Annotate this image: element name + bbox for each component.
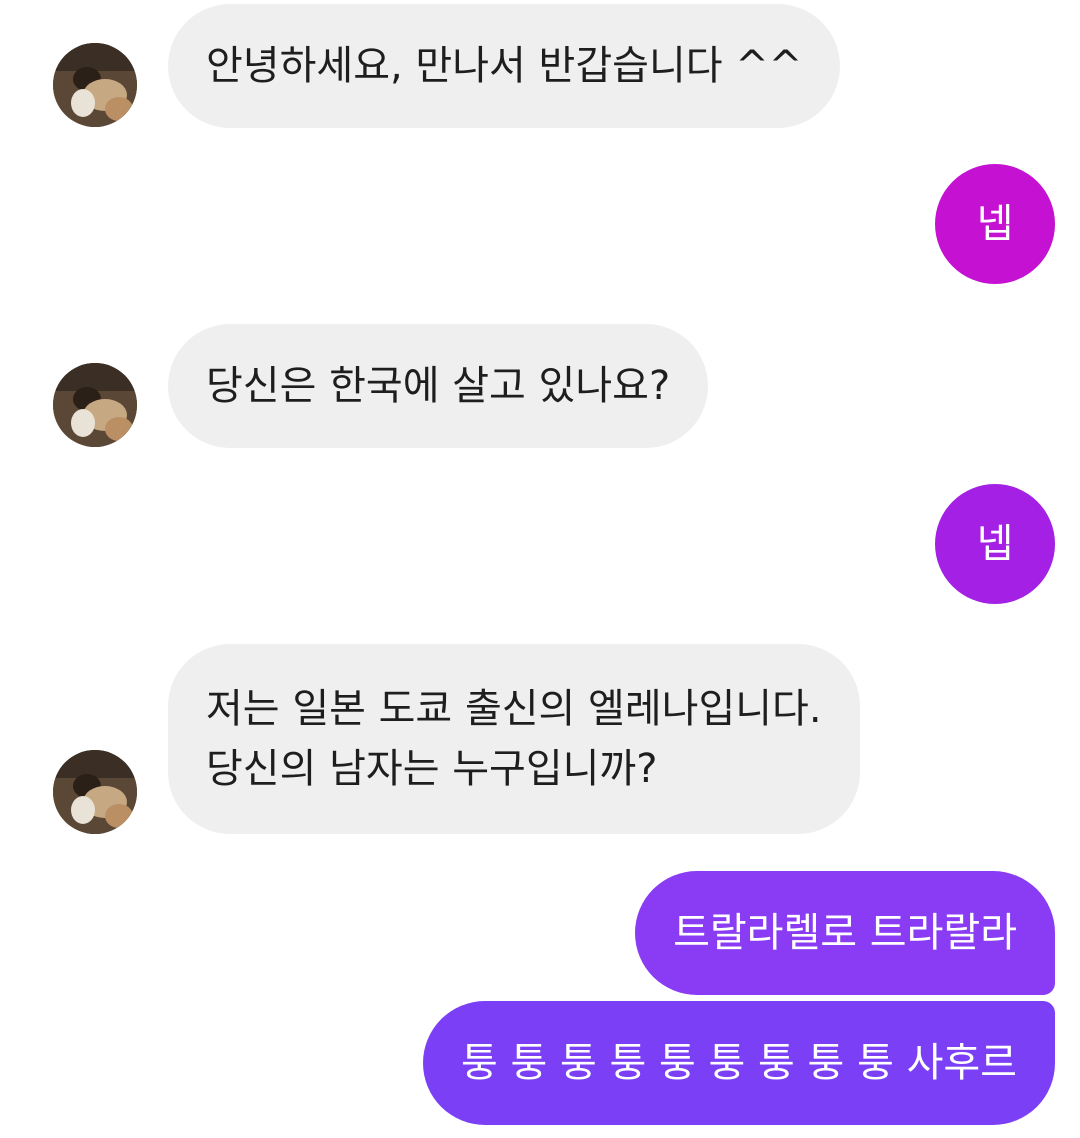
contact-avatar[interactable]	[53, 750, 137, 834]
outgoing-message-bubble[interactable]: 넵	[935, 484, 1055, 604]
outgoing-message-bubble[interactable]: 퉁 퉁 퉁 퉁 퉁 퉁 퉁 퉁 퉁 사후르	[422, 1001, 1055, 1125]
incoming-message-bubble[interactable]: 저는 일본 도쿄 출신의 엘레나입니다. 당신의 남자는 누구입니까?	[168, 644, 860, 834]
contact-avatar[interactable]	[53, 363, 137, 447]
message-text: 넵	[976, 521, 1014, 567]
contact-photo-icon	[53, 363, 137, 447]
incoming-message-bubble[interactable]: 안녕하세요, 만나서 반갑습니다 ^^	[168, 4, 841, 128]
message-text: 당신은 한국에 살고 있나요?	[206, 363, 671, 409]
message-text: 안녕하세요, 만나서 반갑습니다 ^^	[206, 43, 803, 89]
contact-avatar[interactable]	[53, 43, 137, 127]
contact-photo-icon	[53, 43, 137, 127]
message-text: 퉁 퉁 퉁 퉁 퉁 퉁 퉁 퉁 퉁 사후르	[460, 1040, 1017, 1086]
message-text-line: 당신의 남자는 누구입니까?	[206, 746, 658, 792]
message-text-line: 저는 일본 도쿄 출신의 엘레나입니다.	[206, 686, 822, 732]
contact-photo-icon	[53, 750, 137, 834]
outgoing-message-bubble[interactable]: 넵	[935, 164, 1055, 284]
message-text: 넵	[976, 201, 1014, 247]
incoming-message-bubble[interactable]: 당신은 한국에 살고 있나요?	[168, 324, 709, 448]
outgoing-message-bubble[interactable]: 트랄라렐로 트라랄라	[635, 871, 1055, 995]
message-text: 트랄라렐로 트라랄라	[673, 910, 1017, 956]
